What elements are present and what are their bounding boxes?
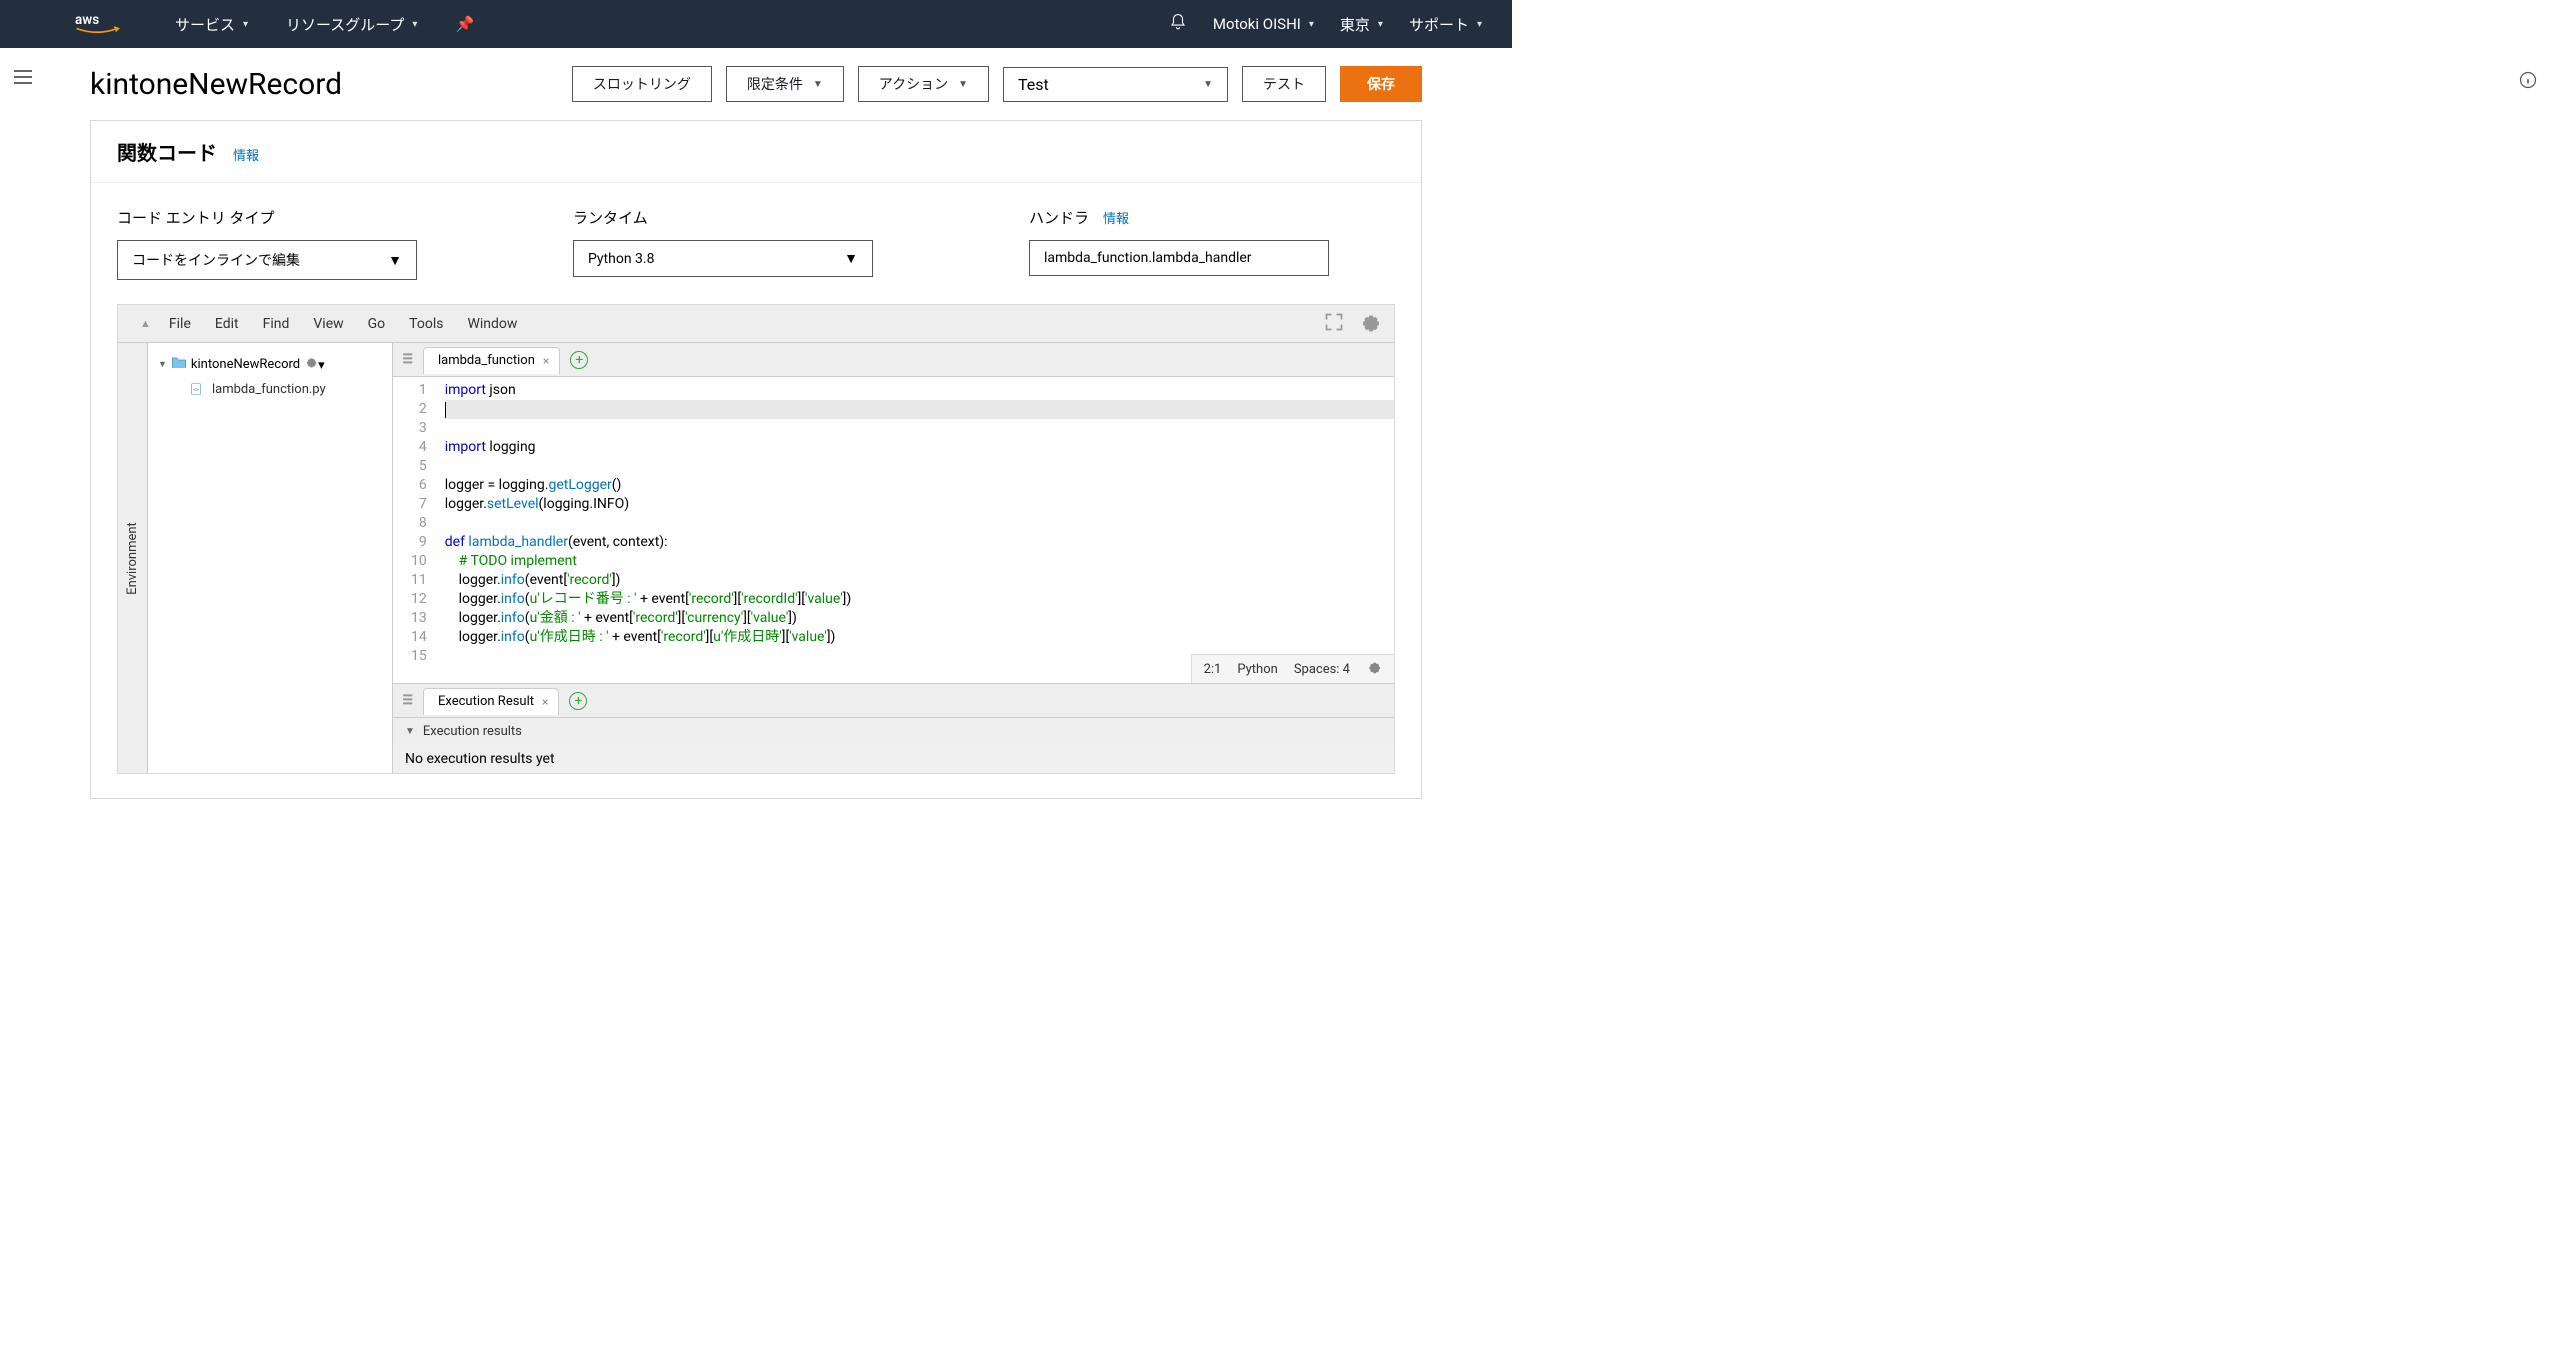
nav-support[interactable]: サポート▾ [1409,14,1482,35]
pin-icon[interactable]: 📌 [455,15,474,33]
exec-results-header[interactable]: ▼Execution results [393,718,1394,745]
aws-logo[interactable]: aws [75,10,120,38]
code-editor[interactable]: 123456789101112131415 import json import… [393,377,1394,683]
exec-results-body: No execution results yet [393,745,1394,773]
ide-menu-file[interactable]: File [169,316,191,332]
exec-tab[interactable]: Execution Result× [423,688,559,715]
tab-handle-icon[interactable] [401,350,417,369]
tree-gear-icon[interactable]: ▾ [304,355,325,373]
gear-icon[interactable] [1358,310,1382,338]
svg-text:aws: aws [75,12,99,28]
runtime-label: ランタイム [573,207,939,228]
file-icon: <> [188,381,204,397]
function-code-panel: 関数コード 情報 コード エントリ タイプ コードをインラインで編集▼ ランタイ… [90,120,1422,799]
file-tree: ▼ kintoneNewRecord ▾ <> lambda_function.… [148,343,393,773]
spaces-setting[interactable]: Spaces: 4 [1294,662,1350,677]
cloud9-ide: ▲ File Edit Find View Go Tools Window Environm… [117,304,1395,774]
qualifier-button[interactable]: 限定条件▼ [726,66,844,102]
nav-resource-groups[interactable]: リソースグループ▾ [286,14,417,35]
save-button[interactable]: 保存 [1340,66,1422,102]
test-select[interactable]: Test▼ [1003,67,1228,102]
entry-type-dropdown[interactable]: コードをインラインで編集▼ [117,240,417,280]
fullscreen-icon[interactable] [1324,312,1344,336]
panel-title: 関数コード [117,137,217,166]
handler-info-link[interactable]: 情報 [1103,208,1129,227]
ide-menu-go[interactable]: Go [368,316,386,332]
nav-user[interactable]: Motoki OISHI▾ [1213,15,1314,33]
test-button[interactable]: テスト [1242,66,1326,102]
collapse-icon[interactable]: ▲ [130,317,161,330]
throttling-button[interactable]: スロットリング [572,66,712,102]
language-mode[interactable]: Python [1237,662,1277,677]
topnav: aws サービス▾ リソースグループ▾ 📌 Motoki OISHI▾ 東京▾ … [0,0,1512,48]
ide-menu-window[interactable]: Window [467,316,517,332]
page-title: kintoneNewRecord [90,67,558,102]
cursor-position: 2:1 [1204,662,1222,677]
status-bar: 2:1 Python Spaces: 4 [1191,654,1394,683]
runtime-dropdown[interactable]: Python 3.8▼ [573,240,873,277]
info-icon[interactable] [2518,70,2538,94]
editor-tab[interactable]: lambda_function× [423,347,560,374]
folder-icon [171,355,187,373]
tree-file[interactable]: <> lambda_function.py [152,377,388,401]
handler-input[interactable] [1029,240,1329,276]
ide-menu-find[interactable]: Find [263,316,290,332]
ide-menu-tools[interactable]: Tools [409,316,443,332]
exec-tab-close-icon[interactable]: × [542,695,548,709]
nav-services[interactable]: サービス▾ [175,14,248,35]
ide-sidebar-tab[interactable]: Environment [118,343,148,773]
bell-icon[interactable] [1169,13,1187,35]
exec-tab-plus-icon[interactable]: + [569,692,587,710]
handler-label: ハンドラ [1029,207,1089,228]
tree-root[interactable]: ▼ kintoneNewRecord ▾ [152,351,388,377]
tab-plus-icon[interactable]: + [570,351,588,369]
status-gear-icon[interactable] [1366,659,1382,679]
actions-button[interactable]: アクション▼ [858,66,989,102]
nav-region[interactable]: 東京▾ [1340,14,1383,35]
ide-menu-view[interactable]: View [313,316,343,332]
svg-text:<>: <> [193,387,199,393]
info-link[interactable]: 情報 [233,145,259,164]
ide-menu-edit[interactable]: Edit [215,316,239,332]
exec-tab-handle-icon[interactable] [401,691,417,710]
entry-type-label: コード エントリ タイプ [117,207,483,228]
tab-close-icon[interactable]: × [543,354,549,368]
